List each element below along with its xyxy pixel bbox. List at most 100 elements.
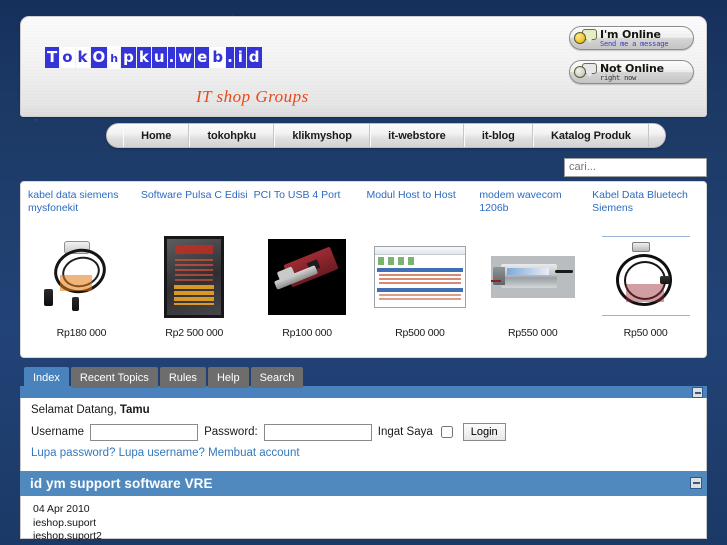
logo-letter: b (210, 47, 226, 68)
logo-letter: h (108, 46, 121, 69)
logo-letter: k (136, 47, 151, 68)
product-title[interactable]: Software Pulsa C Edisi (141, 189, 248, 217)
nav-right-cap (649, 124, 665, 147)
product-price: Rp550 000 (507, 327, 558, 339)
product-showcase: kabel data siemens mysfonekit Rp180 000 … (20, 181, 707, 358)
logo-letter: . (167, 47, 176, 68)
welcome-username: Tamu (119, 404, 150, 416)
nav-item-klikmyshop[interactable]: klikmyshop (274, 124, 371, 147)
tab-help[interactable]: Help (207, 367, 249, 388)
status-online-title: I'm Online (600, 27, 661, 41)
nav-item-katalog-produk[interactable]: Katalog Produk (532, 124, 649, 147)
username-input[interactable] (90, 423, 199, 441)
logo-letter: i (234, 47, 246, 68)
logo-letter: T (45, 47, 60, 68)
status-offline-button[interactable]: Not Online right now (569, 60, 694, 84)
product-title[interactable]: modem wavecom 1206b (479, 189, 586, 217)
tab-rules[interactable]: Rules (159, 367, 206, 388)
logo-letter: d (246, 47, 262, 68)
forum-tabs: Index Recent Topics Rules Help Search (24, 367, 304, 388)
login-form: Username Password: Ingat Saya Login (21, 416, 706, 441)
support-module-collapse-button[interactable] (690, 477, 702, 489)
product-title[interactable]: PCI To USB 4 Port (254, 189, 361, 217)
product-price: Rp500 000 (395, 327, 445, 339)
nav-item-tokohpku[interactable]: tokohpku (189, 124, 275, 147)
login-button[interactable]: Login (462, 423, 506, 441)
welcome-prefix: Selamat Datang, (31, 404, 120, 416)
product-image[interactable] (28, 229, 135, 325)
minus-icon (692, 482, 700, 484)
pci-card-icon (268, 239, 347, 315)
product-price: Rp100 000 (282, 327, 332, 339)
logo-letter: e (195, 47, 210, 68)
product-card[interactable]: kabel data siemens mysfonekit Rp180 000 (25, 189, 138, 357)
remember-me-checkbox[interactable] (440, 426, 453, 438)
support-id-one: ieshop.suport (33, 516, 97, 529)
product-image[interactable] (592, 229, 699, 325)
tab-recent-topics[interactable]: Recent Topics (70, 367, 158, 388)
status-offline-subtitle: right now (600, 73, 637, 82)
nav-item-home[interactable]: Home (123, 124, 190, 147)
product-image[interactable] (366, 229, 473, 325)
forum-module: Index Recent Topics Rules Help Search Se… (20, 367, 707, 479)
product-card[interactable]: PCI To USB 4 Port Rp100 000 (251, 189, 364, 357)
minus-icon (694, 391, 701, 394)
status-online-subtitle: Send me a message (600, 39, 669, 48)
password-label: Password: (204, 426, 258, 438)
logo-letter: . (226, 47, 234, 68)
software-window-icon (373, 246, 466, 308)
support-module-header: id ym support software VRE (20, 471, 707, 496)
create-account-link[interactable]: Membuat account (208, 447, 299, 459)
welcome-message: Selamat Datang, Tamu (21, 398, 706, 416)
support-module-body: 04 Apr 2010 ieshop.suport ieshop.suport2 (20, 496, 707, 542)
nav-item-it-webstore[interactable]: it-webstore (370, 124, 464, 147)
logo-letter: o (60, 47, 75, 68)
main-navigation: Home tokohpku klikmyshop it-webstore it-… (106, 123, 666, 148)
product-price: Rp180 000 (56, 327, 107, 339)
username-label: Username (31, 426, 85, 438)
logo-letter: k (75, 47, 90, 68)
forum-collapse-button[interactable] (692, 387, 703, 398)
search-input[interactable] (564, 157, 707, 177)
page-shell: TokOhpku.web.id IT shop Groups I'm Onlin… (11, 11, 716, 542)
product-card[interactable]: Modul Host to Host Rp500 000 (363, 189, 476, 357)
logo-letter: O (90, 47, 108, 68)
forum-body: Selamat Datang, Tamu Username Password: … (20, 398, 707, 479)
product-card[interactable]: Kabel Data Bluetech Siemens Rp50 000 (589, 189, 702, 357)
nav-left-cap (107, 124, 123, 147)
product-title[interactable]: kabel data siemens mysfonekit (28, 189, 135, 217)
support-module-title: id ym support software VRE (30, 476, 213, 491)
support-id-two: ieshop.suport2 (33, 530, 102, 542)
support-date: 04 Apr 2010 (33, 503, 90, 515)
support-module: id ym support software VRE 04 Apr 2010 i… (20, 471, 707, 542)
product-image[interactable] (479, 229, 586, 325)
site-tagline: IT shop Groups (196, 87, 309, 106)
forgot-username-link[interactable]: Lupa username? (119, 447, 205, 459)
remember-label: Ingat Saya (377, 426, 433, 438)
logo-letter: u (151, 47, 167, 68)
site-header: TokOhpku.web.id IT shop Groups I'm Onlin… (20, 16, 707, 117)
product-price: Rp50 000 (623, 327, 668, 339)
smiley-chat-icon (573, 28, 598, 48)
logo-letter: w (176, 47, 195, 68)
site-logo[interactable]: TokOhpku.web.id (45, 46, 263, 69)
product-title[interactable]: Kabel Data Bluetech Siemens (592, 189, 699, 217)
tab-index[interactable]: Index (24, 367, 69, 388)
nav-item-it-blog[interactable]: it-blog (463, 124, 533, 147)
search-area (564, 157, 707, 177)
product-title[interactable]: Modul Host to Host (366, 189, 473, 217)
usb-cable-icon (42, 239, 120, 315)
logo-letter: p (121, 47, 136, 68)
status-online-button[interactable]: I'm Online Send me a message (569, 26, 694, 50)
product-card[interactable]: modem wavecom 1206b Rp550 000 (476, 189, 589, 357)
modem-icon (490, 256, 575, 298)
product-price: Rp2 500 000 (165, 327, 224, 339)
tab-search[interactable]: Search (250, 367, 304, 388)
product-card[interactable]: Software Pulsa C Edisi Rp2 500 000 (138, 189, 251, 357)
password-input[interactable] (263, 423, 372, 441)
forgot-password-link[interactable]: Lupa password? (31, 447, 115, 459)
dvd-case-icon (164, 236, 225, 318)
product-image[interactable] (141, 229, 248, 325)
smiley-chat-offline-icon (573, 62, 598, 82)
product-image[interactable] (254, 229, 361, 325)
